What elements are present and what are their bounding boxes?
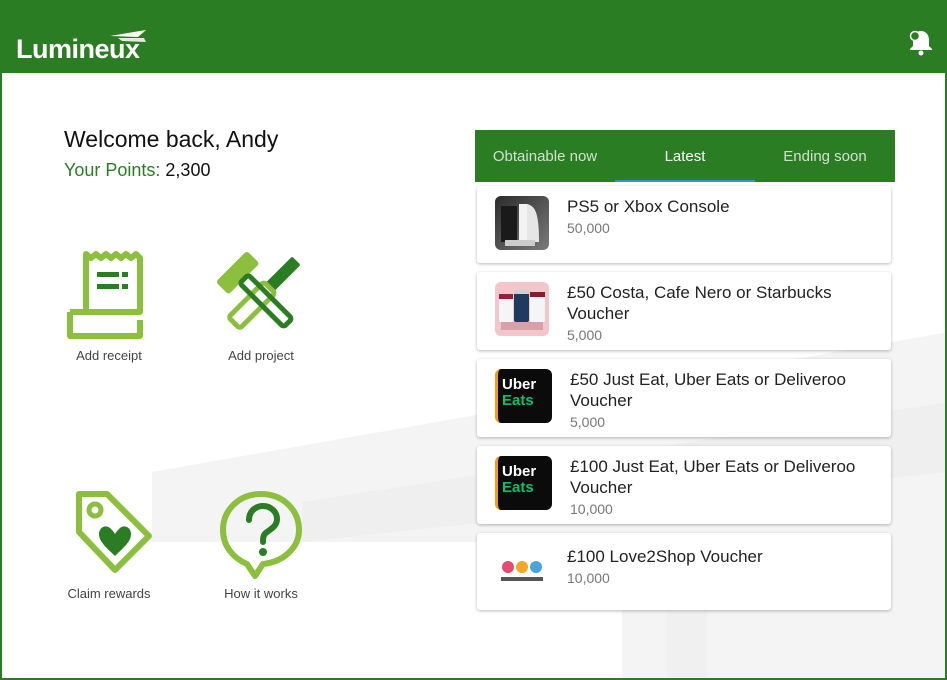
tab-latest[interactable]: Latest xyxy=(615,130,755,182)
reward-info: £50 Costa, Cafe Nero or Starbucks Vouche… xyxy=(567,282,881,343)
coffee-thumb xyxy=(495,282,549,336)
claim-rewards-button[interactable]: Claim rewards xyxy=(49,488,169,601)
console-thumb xyxy=(495,196,549,250)
reward-points: 10,000 xyxy=(567,569,610,586)
reward-info: PS5 or Xbox Console 50,000 xyxy=(567,196,730,236)
ubereats-thumb: Uber Eats xyxy=(495,369,552,423)
ubereats-logo-uber: Uber xyxy=(502,463,537,480)
reward-card[interactable]: Uber Eats £100 Just Eat, Uber Eats or De… xyxy=(477,446,891,524)
add-receipt-button[interactable]: Add receipt xyxy=(49,250,169,363)
tab-ending-soon[interactable]: Ending soon xyxy=(755,130,895,182)
reward-card[interactable]: Uber Eats £50 Just Eat, Uber Eats or Del… xyxy=(477,359,891,437)
reward-tabs: Obtainable now Latest Ending soon xyxy=(475,130,895,182)
bell-icon xyxy=(909,30,932,56)
reward-card[interactable]: £50 Costa, Cafe Nero or Starbucks Vouche… xyxy=(477,272,891,350)
receipt-icon xyxy=(67,251,143,339)
love2shop-thumb xyxy=(495,544,549,599)
tag-heart-icon xyxy=(76,491,152,573)
add-project-button[interactable]: Add project xyxy=(201,250,321,363)
rewards-panel: Obtainable now Latest Ending soon PS5 or… xyxy=(475,130,895,619)
tab-obtainable-now[interactable]: Obtainable now xyxy=(475,130,615,182)
top-bar: Lumineux xyxy=(2,0,945,73)
love2shop-logo-icon xyxy=(501,560,543,581)
reward-title: £100 Love2Shop Voucher xyxy=(567,546,763,566)
reward-card[interactable]: £100 Love2Shop Voucher 10,000 xyxy=(477,533,891,610)
reward-points: 50,000 xyxy=(567,220,610,236)
reward-card[interactable]: PS5 or Xbox Console 50,000 xyxy=(477,186,891,263)
how-it-works-button[interactable]: How it works xyxy=(201,488,321,601)
question-bubble-icon xyxy=(220,491,302,579)
ubereats-logo-uber: Uber xyxy=(502,376,537,393)
reward-info: £100 Just Eat, Uber Eats or Deliveroo Vo… xyxy=(570,456,881,517)
reward-title: £50 Just Eat, Uber Eats or Deliveroo Vou… xyxy=(570,370,846,410)
app-frame: Lumineux Welcome back, Andy Your Points:… xyxy=(0,0,947,680)
reward-info: £50 Just Eat, Uber Eats or Deliveroo Vou… xyxy=(570,369,881,430)
ubereats-logo: Uber Eats xyxy=(502,464,536,496)
reward-title: PS5 or Xbox Console xyxy=(567,197,730,216)
tools-icon xyxy=(216,251,300,330)
add-receipt-label: Add receipt xyxy=(76,348,142,363)
ubereats-logo-eats: Eats xyxy=(502,392,534,409)
ubereats-logo: Uber Eats xyxy=(502,377,536,409)
console-thumb-icon xyxy=(501,204,539,246)
rewards-list: PS5 or Xbox Console 50,000 £50 Costa, Ca… xyxy=(475,182,895,610)
brand-logo[interactable]: Lumineux xyxy=(16,28,156,64)
coffee-cups-icon xyxy=(499,290,545,330)
reward-title: £50 Costa, Cafe Nero or Starbucks Vouche… xyxy=(567,283,832,323)
claim-rewards-label: Claim rewards xyxy=(67,586,151,601)
reward-points: 5,000 xyxy=(570,414,606,430)
ubereats-logo-eats: Eats xyxy=(502,479,534,496)
reward-points: 10,000 xyxy=(570,501,613,517)
logo-mark-icon xyxy=(110,30,146,42)
notification-bell-button[interactable] xyxy=(907,28,935,56)
reward-info: £100 Love2Shop Voucher 10,000 xyxy=(567,546,763,586)
ubereats-thumb: Uber Eats xyxy=(495,456,552,510)
welcome-heading: Welcome back, Andy xyxy=(64,126,279,152)
points-label: Your Points: xyxy=(64,160,161,180)
add-project-label: Add project xyxy=(228,348,294,363)
reward-points: 5,000 xyxy=(567,327,603,343)
points-value: 2,300 xyxy=(165,160,211,180)
how-it-works-label: How it works xyxy=(224,586,298,601)
points-summary: Your Points: 2,300 xyxy=(64,160,210,181)
reward-title: £100 Just Eat, Uber Eats or Deliveroo Vo… xyxy=(570,457,856,497)
